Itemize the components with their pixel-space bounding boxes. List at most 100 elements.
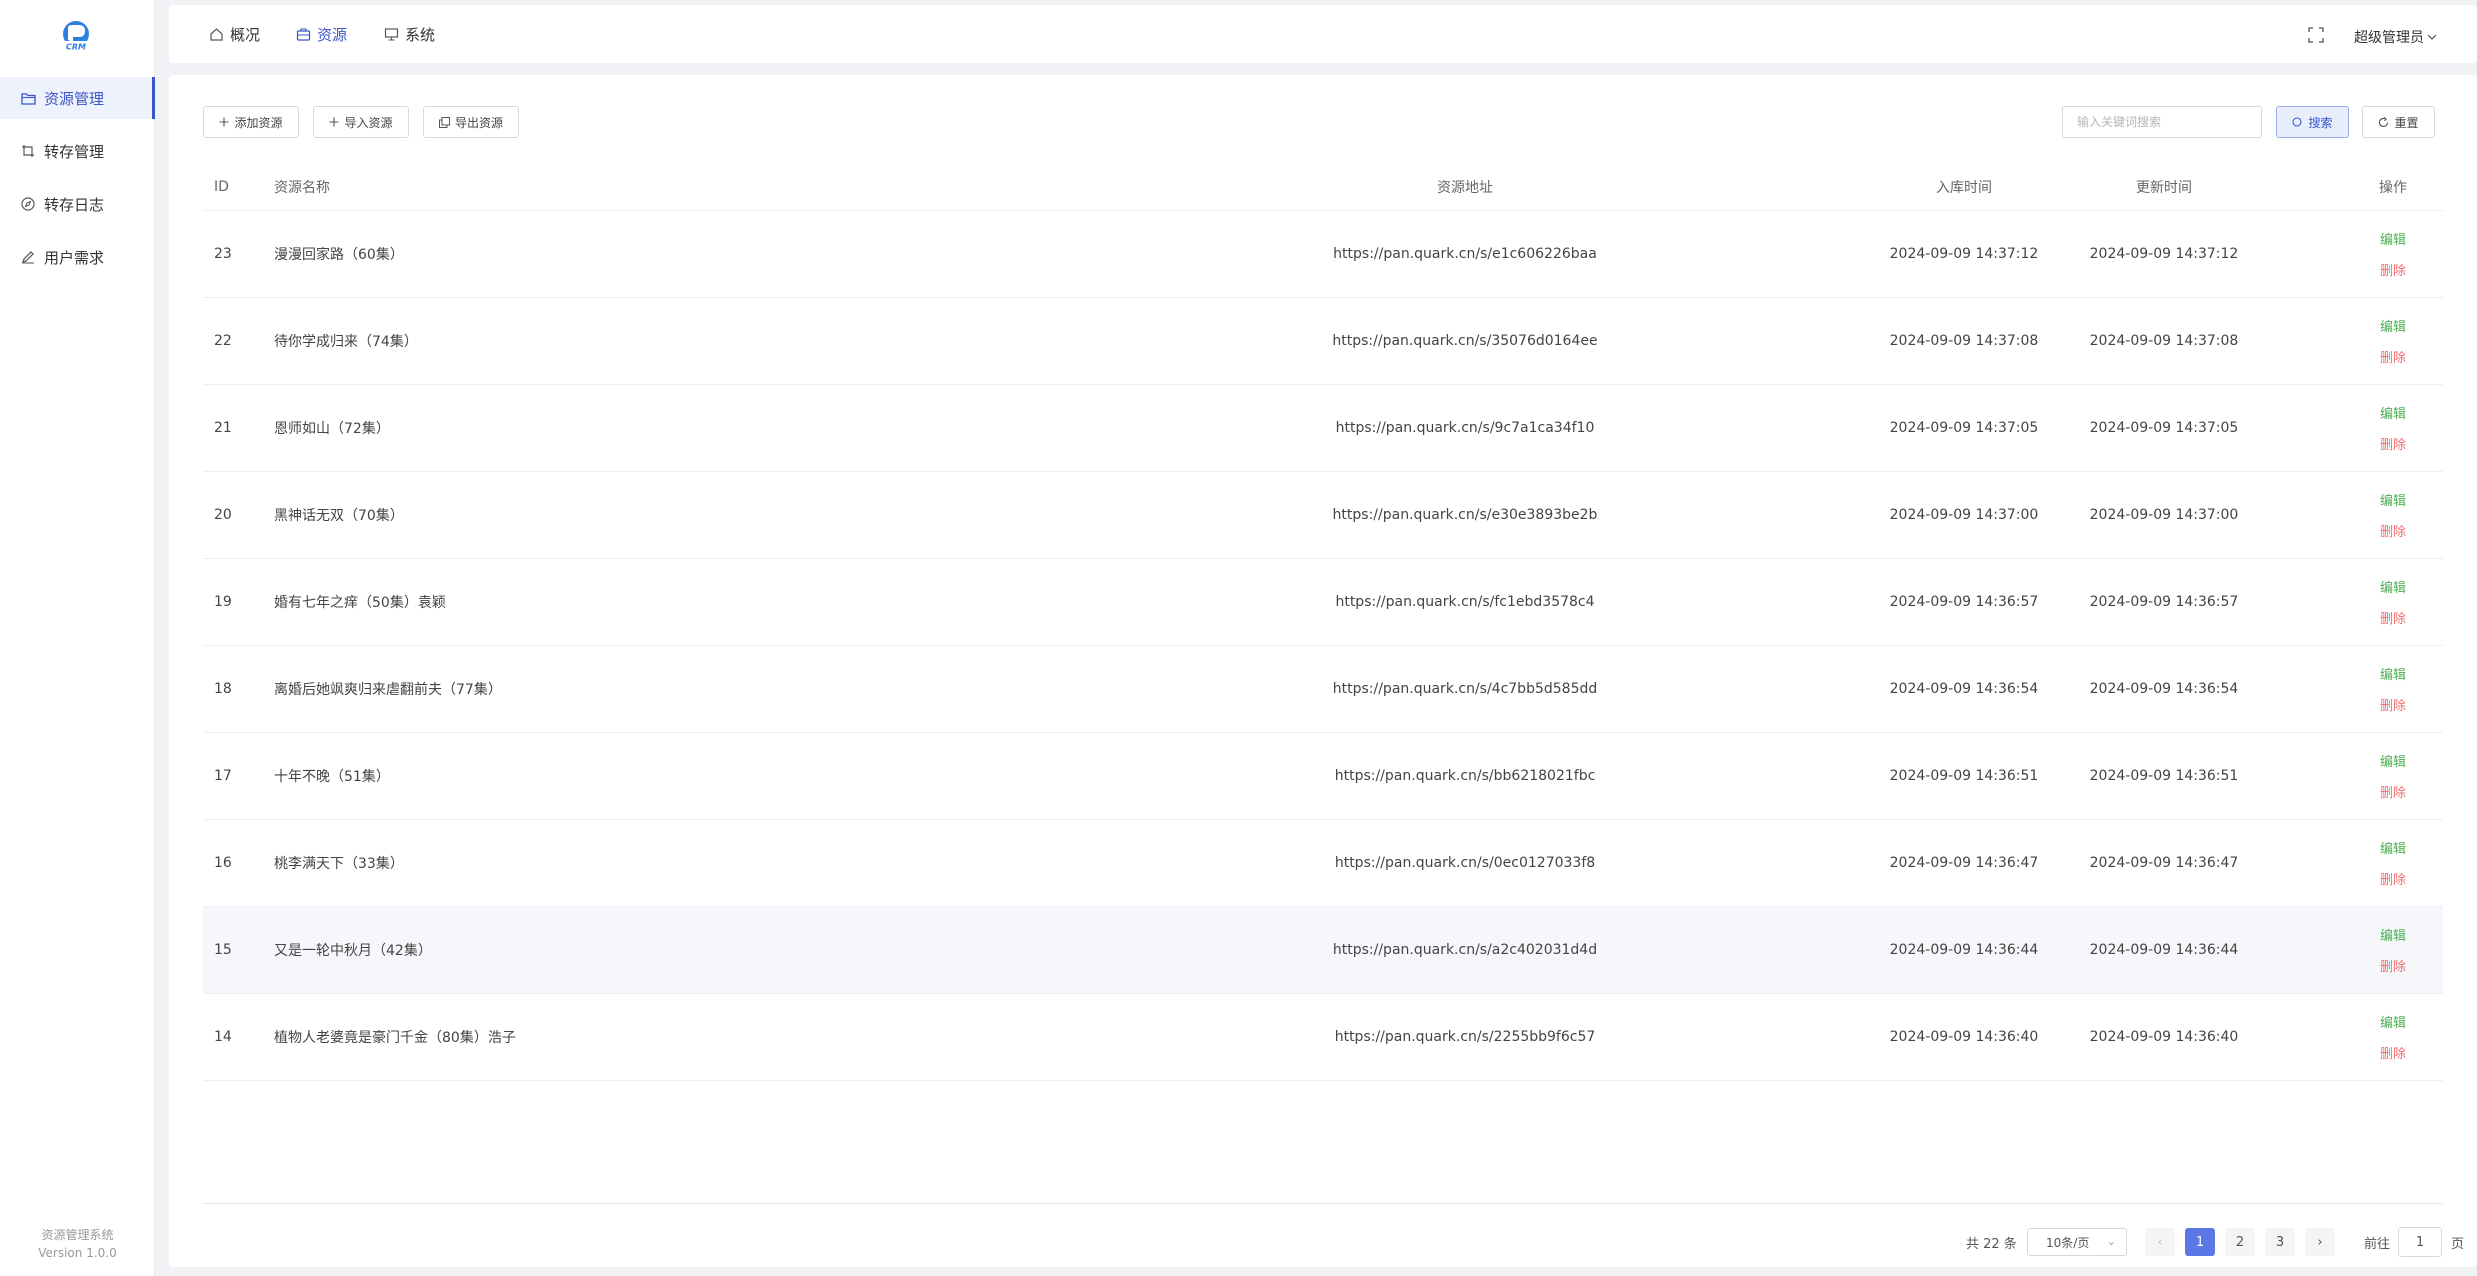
row-updated: 2024-09-09 14:37:12 xyxy=(2089,246,2239,262)
row-url: https://pan.quark.cn/s/9c7a1ca34f10 xyxy=(1335,420,1595,436)
search-button[interactable]: 搜索 xyxy=(2276,106,2349,138)
row-ops: 编辑 删除 xyxy=(2353,559,2433,645)
page-button-2[interactable]: 2 xyxy=(2225,1228,2255,1256)
delete-button[interactable]: 删除 xyxy=(2380,782,2406,801)
table-row: 18 离婚后她飒爽归来虐翻前夫（77集） https://pan.quark.c… xyxy=(203,646,2443,733)
plus-icon xyxy=(219,117,229,127)
row-ops: 编辑 删除 xyxy=(2353,211,2433,297)
edit-button[interactable]: 编辑 xyxy=(2380,751,2406,770)
delete-button[interactable]: 删除 xyxy=(2380,1043,2406,1062)
row-name: 十年不晚（51集） xyxy=(274,769,390,785)
sidebar-item-user-requests[interactable]: 用户需求 xyxy=(0,236,155,278)
edit-button[interactable]: 编辑 xyxy=(2380,490,2406,509)
prev-page-button[interactable]: ‹ xyxy=(2145,1228,2175,1256)
row-id: 23 xyxy=(214,246,232,262)
home-icon xyxy=(209,27,224,42)
row-id: 21 xyxy=(214,420,232,436)
monitor-icon xyxy=(384,27,399,42)
edit-button[interactable]: 编辑 xyxy=(2380,577,2406,596)
header-updated: 更新时间 xyxy=(2136,180,2192,196)
edit-button[interactable]: 编辑 xyxy=(2380,403,2406,422)
table-row: 17 十年不晚（51集） https://pan.quark.cn/s/bb62… xyxy=(203,733,2443,820)
page-size-select[interactable]: 10条/页 ⌄ xyxy=(2027,1228,2127,1256)
row-created: 2024-09-09 14:36:44 xyxy=(1889,942,2039,958)
row-name: 恩师如山（72集） xyxy=(274,421,390,437)
sidebar: CRM 资源管理 转存管理 转存日志 用户需求 资源管理系统 Version 1… xyxy=(0,0,155,1276)
table-row: 20 黑神话无双（70集） https://pan.quark.cn/s/e30… xyxy=(203,472,2443,559)
row-ops: 编辑 删除 xyxy=(2353,298,2433,384)
row-updated: 2024-09-09 14:37:08 xyxy=(2089,333,2239,349)
row-updated: 2024-09-09 14:37:00 xyxy=(2089,507,2239,523)
table-row: 14 植物人老婆竟是豪门千金（80集）浩子 https://pan.quark.… xyxy=(203,994,2443,1081)
edit-button[interactable]: 编辑 xyxy=(2380,925,2406,944)
tab-overview[interactable]: 概况 xyxy=(209,5,260,63)
import-resource-button[interactable]: 导入资源 xyxy=(313,106,409,138)
header-name: 资源名称 xyxy=(274,180,330,196)
edit-button[interactable]: 编辑 xyxy=(2380,838,2406,857)
next-page-button[interactable]: › xyxy=(2305,1228,2335,1256)
row-name: 桃李满天下（33集） xyxy=(274,856,404,872)
sidebar-item-resource-management[interactable]: 资源管理 xyxy=(0,77,155,119)
reset-button[interactable]: 重置 xyxy=(2362,106,2435,138)
crm-logo[interactable]: CRM xyxy=(56,20,96,54)
row-id: 14 xyxy=(214,1029,232,1045)
user-name: 超级管理员 xyxy=(2354,30,2424,46)
row-name: 离婚后她飒爽归来虐翻前夫（77集） xyxy=(274,682,502,698)
sidebar-item-label: 转存日志 xyxy=(44,195,105,214)
search-input[interactable] xyxy=(2062,106,2262,138)
sidebar-item-transfer-management[interactable]: 转存管理 xyxy=(0,130,155,172)
delete-button[interactable]: 删除 xyxy=(2380,521,2406,540)
delete-button[interactable]: 删除 xyxy=(2380,347,2406,366)
row-name: 黑神话无双（70集） xyxy=(274,508,404,524)
system-version: Version 1.0.0 xyxy=(38,1246,117,1260)
user-menu[interactable]: 超级管理员 xyxy=(2354,5,2437,69)
delete-button[interactable]: 删除 xyxy=(2380,260,2406,279)
row-created: 2024-09-09 14:36:57 xyxy=(1889,594,2039,610)
tab-label: 资源 xyxy=(317,25,348,44)
pagination-total: 共 22 条 xyxy=(1966,1236,2017,1252)
refresh-icon xyxy=(2378,116,2389,128)
delete-button[interactable]: 删除 xyxy=(2380,608,2406,627)
row-created: 2024-09-09 14:37:00 xyxy=(1889,507,2039,523)
header-url: 资源地址 xyxy=(1437,180,1493,196)
chevron-down-icon: ⌄ xyxy=(2106,1235,2116,1248)
goto-suffix: 页 xyxy=(2451,1236,2465,1252)
delete-button[interactable]: 删除 xyxy=(2380,695,2406,714)
edit-button[interactable]: 编辑 xyxy=(2380,664,2406,683)
delete-button[interactable]: 删除 xyxy=(2380,869,2406,888)
row-name: 漫漫回家路（60集） xyxy=(274,247,404,263)
logo-text: CRM xyxy=(66,43,86,52)
row-url: https://pan.quark.cn/s/bb6218021fbc xyxy=(1334,768,1596,784)
goto-page-input[interactable] xyxy=(2398,1227,2442,1257)
edit-button[interactable]: 编辑 xyxy=(2380,1012,2406,1031)
page-button-1[interactable]: 1 xyxy=(2185,1228,2215,1256)
row-url: https://pan.quark.cn/s/35076d0164ee xyxy=(1332,333,1598,349)
row-id: 15 xyxy=(214,942,232,958)
tab-label: 系统 xyxy=(405,25,436,44)
delete-button[interactable]: 删除 xyxy=(2380,434,2406,453)
edit-button[interactable]: 编辑 xyxy=(2380,316,2406,335)
row-id: 19 xyxy=(214,594,232,610)
row-url: https://pan.quark.cn/s/2255bb9f6c57 xyxy=(1334,1029,1596,1045)
row-url: https://pan.quark.cn/s/a2c402031d4d xyxy=(1332,942,1598,958)
page-button-3[interactable]: 3 xyxy=(2265,1228,2295,1256)
row-id: 18 xyxy=(214,681,232,697)
row-url: https://pan.quark.cn/s/0ec0127033f8 xyxy=(1334,855,1596,871)
main-panel: 添加资源 导入资源 导出资源 搜索 重置 ID 资源名称 资源地址 入库时间 更… xyxy=(169,75,2477,1267)
sidebar-footer: 资源管理系统 Version 1.0.0 xyxy=(0,1226,155,1262)
goto-label: 前往 xyxy=(2364,1236,2391,1252)
tab-resources[interactable]: 资源 xyxy=(296,5,347,63)
fullscreen-icon[interactable] xyxy=(2308,27,2324,43)
row-ops: 编辑 删除 xyxy=(2353,472,2433,558)
add-resource-button[interactable]: 添加资源 xyxy=(203,106,299,138)
sidebar-item-transfer-log[interactable]: 转存日志 xyxy=(0,183,155,225)
tab-system[interactable]: 系统 xyxy=(384,5,435,63)
row-created: 2024-09-09 14:37:08 xyxy=(1889,333,2039,349)
row-ops: 编辑 删除 xyxy=(2353,820,2433,906)
delete-button[interactable]: 删除 xyxy=(2380,956,2406,975)
export-resource-button[interactable]: 导出资源 xyxy=(423,106,519,138)
table-header: ID 资源名称 资源地址 入库时间 更新时间 操作 xyxy=(203,164,2443,211)
row-name: 植物人老婆竟是豪门千金（80集）浩子 xyxy=(274,1030,516,1046)
table-row: 22 待你学成归来（74集） https://pan.quark.cn/s/35… xyxy=(203,298,2443,385)
edit-button[interactable]: 编辑 xyxy=(2380,229,2406,248)
